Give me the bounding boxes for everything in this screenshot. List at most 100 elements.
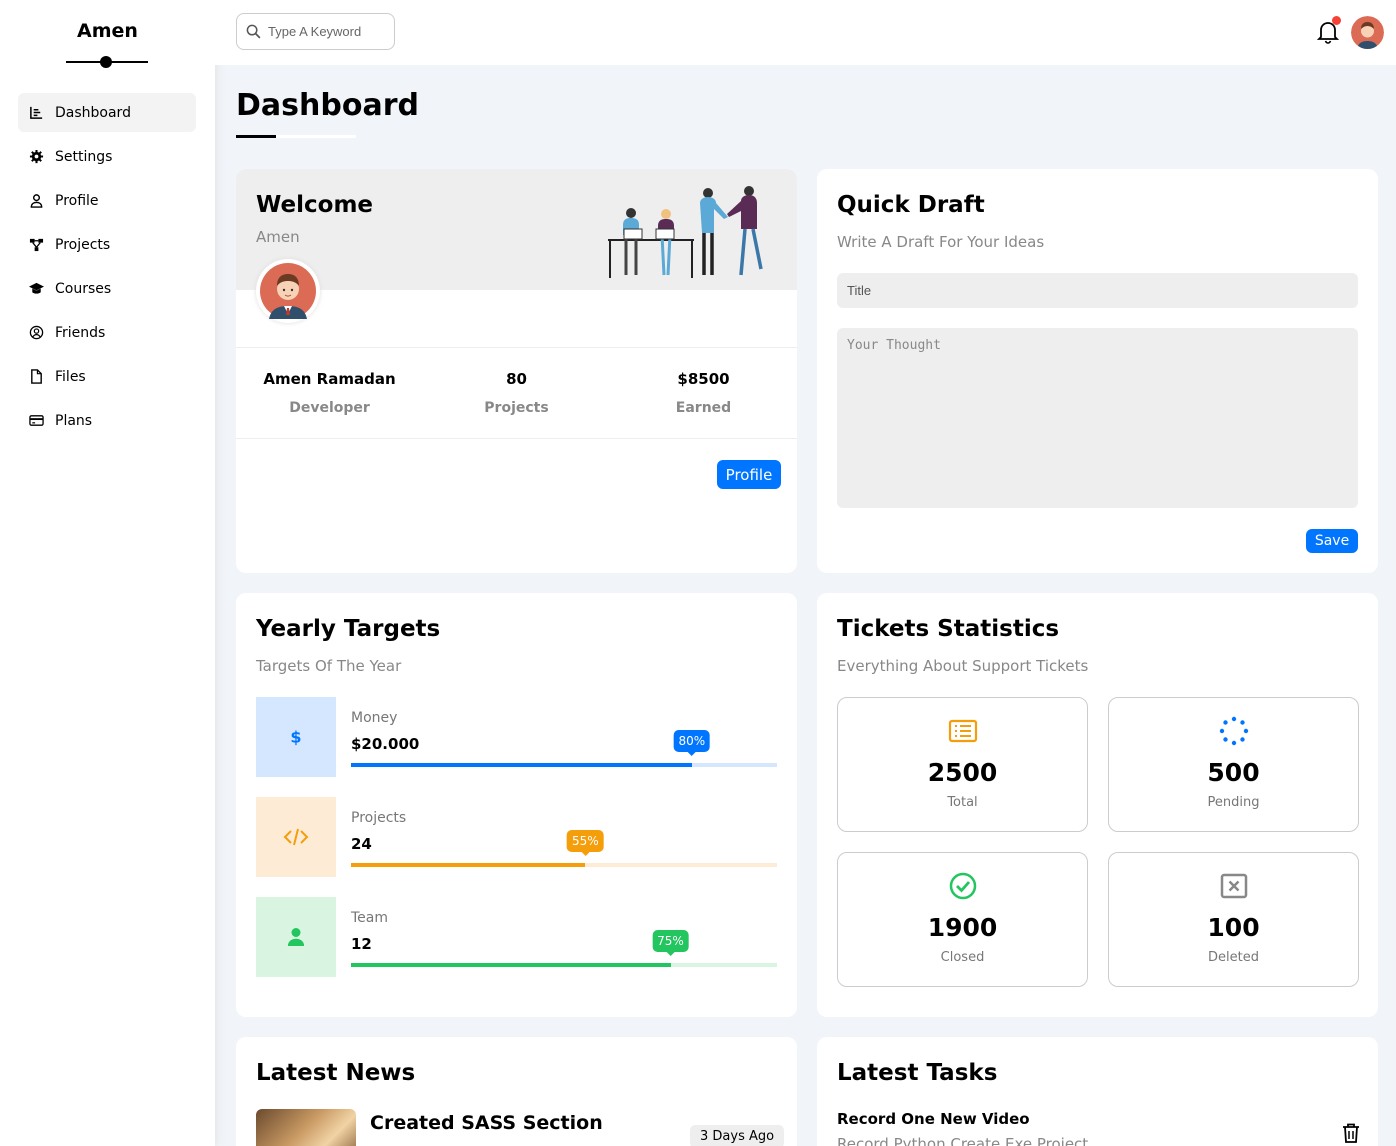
welcome-name: Amen xyxy=(256,228,300,246)
sidebar-item-label: Settings xyxy=(55,148,113,165)
svg-text:$: $ xyxy=(290,728,301,747)
dollar-icon: $ xyxy=(256,697,336,777)
ticket-count: 500 xyxy=(1207,758,1260,787)
news-item-title[interactable]: Created SASS Section xyxy=(370,1112,603,1134)
targets-title: Yearly Targets xyxy=(256,616,441,642)
stat-earned: $8500 Earned xyxy=(610,348,797,438)
gear-icon xyxy=(28,148,45,165)
sidebar-item-label: Projects xyxy=(55,236,111,253)
latest-tasks-card: Latest Tasks Record One New Video Record… xyxy=(817,1037,1378,1146)
progress-fill xyxy=(351,963,671,967)
progress-badge: 55% xyxy=(566,830,604,856)
diagram-icon xyxy=(28,236,45,253)
target-label: Projects xyxy=(351,810,407,826)
chart-icon xyxy=(28,104,45,121)
check-circle-icon xyxy=(949,872,976,900)
welcome-title: Welcome xyxy=(256,192,374,218)
top-header xyxy=(215,0,1396,65)
avatar xyxy=(256,259,320,323)
news-item-date: 3 Days Ago xyxy=(690,1125,785,1146)
sidebar-item-projects[interactable]: Projects xyxy=(18,225,196,264)
stat-value: Amen Ramadan xyxy=(263,370,396,388)
draft-body-field[interactable] xyxy=(837,328,1358,508)
tasks-title: Latest Tasks xyxy=(837,1060,998,1086)
spinner-icon xyxy=(1219,716,1248,746)
brand-divider xyxy=(66,55,148,69)
trash-icon[interactable] xyxy=(1342,1123,1360,1143)
notification-dot xyxy=(1332,16,1341,25)
latest-news-card: Latest News Created SASS Section 3 Days … xyxy=(236,1037,797,1146)
team-illustration xyxy=(608,186,763,278)
ticket-label: Deleted xyxy=(1208,950,1259,965)
tickets-statistics-card: Tickets Statistics Everything About Supp… xyxy=(817,593,1378,1017)
news-title: Latest News xyxy=(256,1060,416,1086)
sidebar-item-settings[interactable]: Settings xyxy=(18,137,196,176)
sidebar-item-friends[interactable]: Friends xyxy=(18,313,196,352)
ticket-deleted: 100 Deleted xyxy=(1108,852,1359,987)
draft-title: Quick Draft xyxy=(837,192,985,218)
target-label: Team xyxy=(351,910,389,926)
stat-value: 80 xyxy=(506,370,527,388)
yearly-targets-card: Yearly Targets Targets Of The Year $ Mon… xyxy=(236,593,797,1017)
tickets-subtitle: Everything About Support Tickets xyxy=(837,657,1089,675)
target-value: 12 xyxy=(351,935,372,953)
save-button[interactable]: Save xyxy=(1306,529,1358,553)
sidebar-item-plans[interactable]: Plans xyxy=(18,401,196,440)
target-money: $ Money $20.000 80% xyxy=(256,697,777,777)
ticket-closed: 1900 Closed xyxy=(837,852,1088,987)
progress-fill xyxy=(351,863,586,867)
ticket-label: Total xyxy=(947,795,978,810)
sidebar-nav: Dashboard Settings Profile Projects Cour… xyxy=(18,93,196,445)
target-projects: Projects 24 55% xyxy=(256,797,777,877)
welcome-header: Welcome Amen xyxy=(236,169,797,290)
user-icon xyxy=(28,192,45,209)
welcome-card: Welcome Amen Amen Ramadan Developer 80 P… xyxy=(236,169,797,573)
graduation-cap-icon xyxy=(28,280,45,297)
progress-fill xyxy=(351,763,692,767)
sidebar-item-label: Profile xyxy=(55,192,99,209)
ticket-label: Pending xyxy=(1207,795,1260,810)
profile-button[interactable]: Profile xyxy=(717,460,781,489)
task-item-subtitle: Record Python Create Exe Project xyxy=(837,1135,1089,1146)
stat-label: Developer xyxy=(289,400,370,416)
search-icon xyxy=(246,24,261,39)
user-icon xyxy=(256,897,336,977)
target-value: 24 xyxy=(351,835,372,853)
stat-label: Projects xyxy=(484,400,549,416)
ticket-total: 2500 Total xyxy=(837,697,1088,832)
sidebar: Amen Dashboard Settings Profile Projects… xyxy=(0,0,215,1146)
progress-badge: 75% xyxy=(652,930,689,956)
stat-projects: 80 Projects xyxy=(423,348,610,438)
search-box[interactable] xyxy=(236,13,395,50)
target-team: Team 12 75% xyxy=(256,897,777,977)
title-underline xyxy=(236,135,356,138)
stat-label: Earned xyxy=(675,400,732,416)
list-icon xyxy=(948,719,977,743)
ticket-pending: 500 Pending xyxy=(1108,697,1359,832)
credit-card-icon xyxy=(28,412,45,429)
file-icon xyxy=(28,368,45,385)
draft-title-field[interactable] xyxy=(837,273,1358,308)
code-icon xyxy=(256,797,336,877)
sidebar-item-label: Plans xyxy=(55,412,93,429)
targets-subtitle: Targets Of The Year xyxy=(256,657,402,675)
sidebar-item-files[interactable]: Files xyxy=(18,357,196,396)
user-circle-icon xyxy=(28,324,45,341)
sidebar-item-label: Dashboard xyxy=(55,104,131,121)
quick-draft-card: Quick Draft Write A Draft For Your Ideas… xyxy=(817,169,1378,573)
target-label: Money xyxy=(351,710,398,726)
search-input[interactable] xyxy=(268,24,378,39)
sidebar-item-courses[interactable]: Courses xyxy=(18,269,196,308)
brand-name: Amen xyxy=(77,20,138,42)
ticket-count: 2500 xyxy=(927,758,998,787)
welcome-stats: Amen Ramadan Developer 80 Projects $8500… xyxy=(236,347,797,439)
progress-badge: 80% xyxy=(673,730,711,756)
stat-name: Amen Ramadan Developer xyxy=(236,348,423,438)
sidebar-item-profile[interactable]: Profile xyxy=(18,181,196,220)
sidebar-item-dashboard[interactable]: Dashboard xyxy=(18,93,196,132)
news-thumbnail xyxy=(256,1109,356,1146)
avatar[interactable] xyxy=(1351,16,1384,49)
sidebar-item-label: Friends xyxy=(55,324,106,341)
target-value: $20.000 xyxy=(351,735,420,753)
x-square-icon xyxy=(1220,873,1247,899)
